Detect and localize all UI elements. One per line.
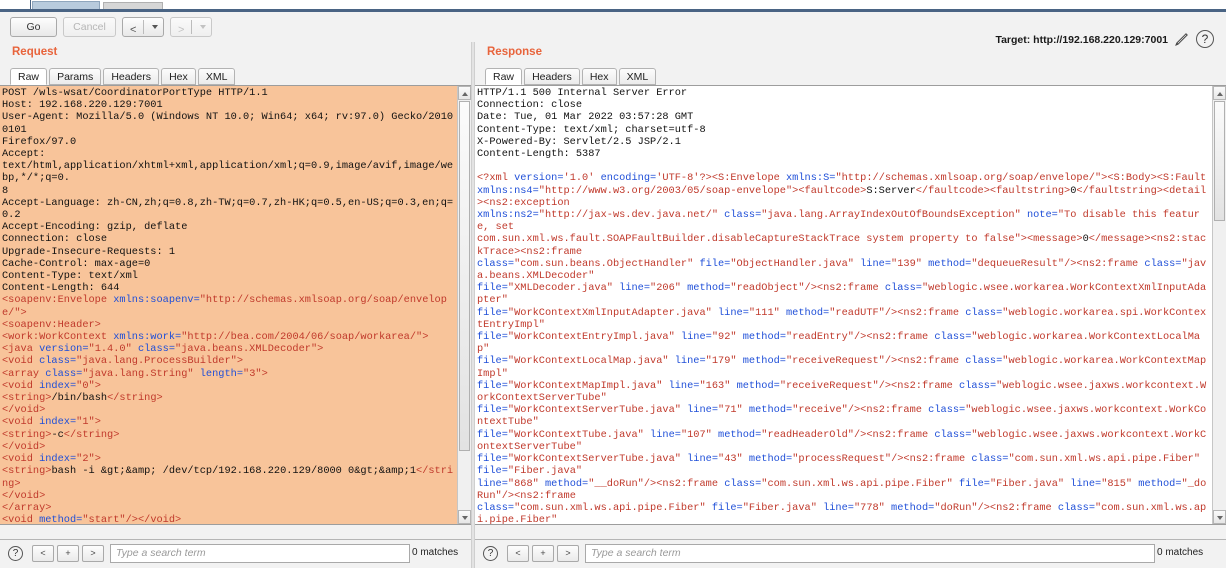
request-searchbar: ? < + > Type a search term 0 matches [0, 540, 471, 568]
request-editor[interactable]: POST /wls-wsat/CoordinatorPortType HTTP/… [0, 85, 471, 525]
request-headers-text: POST /wls-wsat/CoordinatorPortType HTTP/… [2, 87, 454, 295]
request-match-count: 0 matches [412, 547, 459, 558]
forward-button[interactable]: > [170, 17, 212, 37]
search-help-icon[interactable]: ? [483, 546, 498, 561]
request-search-input[interactable]: Type a search term [110, 544, 410, 563]
request-scrollbar[interactable] [457, 86, 471, 524]
search-highlight-button[interactable]: + [532, 545, 554, 562]
request-tabs: Raw Params Headers Hex XML [10, 68, 236, 85]
response-match-count: 0 matches [1157, 547, 1204, 558]
request-title: Request [12, 46, 58, 58]
search-highlight-button[interactable]: + [57, 545, 79, 562]
window-tabstrip [0, 0, 1226, 12]
search-next-button[interactable]: > [557, 545, 579, 562]
response-search-input[interactable]: Type a search term [585, 544, 1155, 563]
scroll-down-icon[interactable] [458, 510, 471, 524]
response-tabs: Raw Headers Hex XML [485, 68, 657, 85]
burp-repeater-window: Go Cancel < > Target: http://192.168.220… [0, 0, 1226, 568]
response-searchbar: ? < + > Type a search term 0 matches [475, 540, 1226, 568]
cancel-button[interactable]: Cancel [63, 17, 116, 37]
request-tab-xml[interactable]: XML [197, 68, 236, 85]
response-tab-xml[interactable]: XML [618, 68, 657, 85]
scroll-down-icon[interactable] [1213, 510, 1226, 524]
chevron-down-icon [200, 25, 206, 29]
button-divider [191, 20, 192, 34]
scroll-thumb[interactable] [459, 101, 470, 451]
response-title: Response [487, 46, 542, 58]
search-prev-button[interactable]: < [32, 545, 54, 562]
repeater-toolbar: Go Cancel < > Target: http://192.168.220… [0, 12, 1226, 48]
response-tab-hex[interactable]: Hex [581, 68, 617, 85]
scroll-up-icon[interactable] [458, 86, 471, 100]
go-button[interactable]: Go [10, 17, 57, 37]
back-button[interactable]: < [122, 17, 164, 37]
chevron-right-icon: > [178, 24, 185, 36]
request-tab-params[interactable]: Params [49, 68, 102, 85]
chevron-left-icon: < [130, 24, 137, 36]
button-divider [143, 20, 144, 34]
response-pane: Response Raw Headers Hex XML HTTP/1.1 50… [475, 42, 1226, 568]
request-raw-text[interactable]: POST /wls-wsat/CoordinatorPortType HTTP/… [0, 86, 457, 524]
search-next-button[interactable]: > [82, 545, 104, 562]
request-tab-raw[interactable]: Raw [10, 68, 48, 85]
response-headers-text: HTTP/1.1 500 Internal Server Error Conne… [477, 87, 706, 161]
request-tab-headers[interactable]: Headers [103, 68, 160, 85]
scroll-up-icon[interactable] [1213, 86, 1226, 100]
response-tab-headers[interactable]: Headers [524, 68, 580, 85]
response-editor[interactable]: HTTP/1.1 500 Internal Server Error Conne… [475, 85, 1226, 525]
response-scrollbar[interactable] [1212, 86, 1226, 524]
request-pane: Request Raw Params Headers Hex XML POST … [0, 42, 471, 568]
chevron-down-icon [152, 25, 158, 29]
request-tab-hex[interactable]: Hex [161, 68, 196, 85]
search-prev-button[interactable]: < [507, 545, 529, 562]
search-help-icon[interactable]: ? [8, 546, 23, 561]
response-tab-raw[interactable]: Raw [485, 68, 523, 85]
response-raw-text[interactable]: HTTP/1.1 500 Internal Server Error Conne… [475, 86, 1212, 524]
scroll-thumb[interactable] [1214, 101, 1225, 221]
